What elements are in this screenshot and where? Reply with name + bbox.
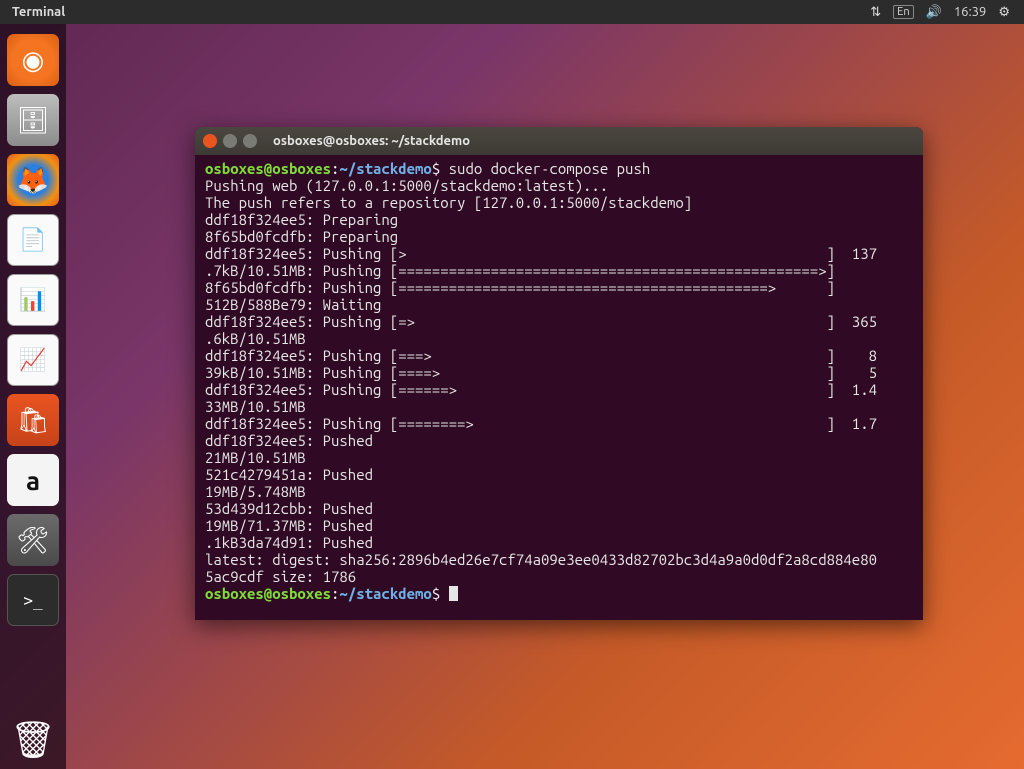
output-line: 19MB/5.748MB: [205, 483, 306, 500]
window-maximize-icon[interactable]: [243, 134, 257, 148]
output-line: .1kB3da74d91: Pushed: [205, 534, 373, 551]
launcher-ubuntu-dash[interactable]: ◉: [7, 34, 59, 86]
output-line: ddf18f324ee5: Pushing [======> ] 1.4: [205, 381, 877, 398]
output-line: 512B/588Be79: Waiting: [205, 296, 381, 313]
active-app-label: Terminal: [12, 5, 65, 19]
output-line: 5ac9cdf size: 1786: [205, 568, 356, 585]
output-line: .7kB/10.51MB: Pushing [=================…: [205, 262, 835, 279]
output-line: 8f65bd0fcdfb: Pushing [=================…: [205, 279, 835, 296]
window-minimize-icon[interactable]: [223, 134, 237, 148]
terminal-body[interactable]: osboxes@osboxes:~/stackdemo$ sudo docker…: [195, 155, 923, 620]
launcher-terminal[interactable]: >_: [7, 574, 59, 626]
terminal-titlebar[interactable]: osboxes@osboxes: ~/stackdemo: [195, 127, 923, 155]
output-line: ddf18f324ee5: Pushing [> ] 137: [205, 245, 877, 262]
output-line: ddf18f324ee5: Pushing [===> ] 8: [205, 347, 877, 364]
launcher-libreoffice-writer[interactable]: 📄: [7, 214, 59, 266]
output-line: The push refers to a repository [127.0.0…: [205, 194, 692, 211]
launcher-libreoffice-impress[interactable]: 📈: [7, 334, 59, 386]
launcher-amazon[interactable]: a: [7, 454, 59, 506]
prompt-path: ~/stackdemo: [339, 160, 431, 177]
output-line: 19MB/71.37MB: Pushed: [205, 517, 373, 534]
output-line: latest: digest: sha256:2896b4ed26e7cf74a…: [205, 551, 877, 568]
launcher-trash[interactable]: 🗑: [7, 713, 59, 765]
top-panel: Terminal ⇅ En 🔊 16:39 ⚙: [0, 0, 1024, 24]
entered-command: sudo docker-compose push: [449, 160, 651, 177]
output-line: 33MB/10.51MB: [205, 398, 306, 415]
launcher-ubuntu-software[interactable]: 🛍: [7, 394, 59, 446]
terminal-window: osboxes@osboxes: ~/stackdemo osboxes@osb…: [195, 127, 923, 620]
launcher-files[interactable]: 🗄: [7, 94, 59, 146]
launcher-system-settings[interactable]: 🛠: [7, 514, 59, 566]
prompt-userhost: osboxes@osboxes: [205, 585, 331, 602]
unity-launcher: ◉ 🗄 🦊 📄 📊 📈 🛍 a 🛠 >_ 🗑: [0, 24, 66, 769]
output-line: 521c4279451a: Pushed: [205, 466, 373, 483]
terminal-cursor: [449, 586, 458, 601]
launcher-firefox[interactable]: 🦊: [7, 154, 59, 206]
clock[interactable]: 16:39: [954, 5, 987, 19]
output-line: ddf18f324ee5: Pushing [=> ] 365: [205, 313, 877, 330]
window-close-icon[interactable]: [203, 134, 217, 148]
prompt-userhost: osboxes@osboxes: [205, 160, 331, 177]
output-line: ddf18f324ee5: Pushed: [205, 432, 373, 449]
sound-icon[interactable]: 🔊: [926, 5, 942, 20]
output-line: ddf18f324ee5: Preparing: [205, 211, 398, 228]
session-gear-icon[interactable]: ⚙: [998, 5, 1010, 20]
output-line: 21MB/10.51MB: [205, 449, 306, 466]
terminal-title: osboxes@osboxes: ~/stackdemo: [273, 134, 470, 148]
output-line: .6kB/10.51MB: [205, 330, 306, 347]
launcher-libreoffice-calc[interactable]: 📊: [7, 274, 59, 326]
keyboard-layout-indicator[interactable]: En: [893, 5, 913, 19]
output-line: 8f65bd0fcdfb: Preparing: [205, 228, 398, 245]
network-icon[interactable]: ⇅: [870, 5, 881, 20]
output-line: ddf18f324ee5: Pushing [========> ] 1.7: [205, 415, 877, 432]
prompt-path: ~/stackdemo: [339, 585, 431, 602]
output-line: 39kB/10.51MB: Pushing [====> ] 5: [205, 364, 877, 381]
output-line: 53d439d12cbb: Pushed: [205, 500, 373, 517]
output-line: Pushing web (127.0.0.1:5000/stackdemo:la…: [205, 177, 608, 194]
